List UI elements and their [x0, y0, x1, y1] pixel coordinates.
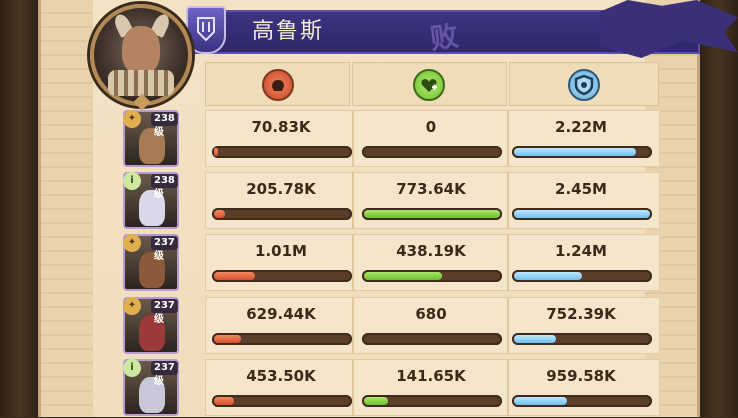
damage-taken-value: 2.45M: [555, 180, 607, 198]
faction-star-icon: ✦: [123, 234, 141, 252]
hero-stat-row: i 238级 205.78K 773.64K 2.45M: [115, 170, 660, 231]
col-header-damage: [205, 62, 350, 106]
col-header-damage-taken: [509, 62, 659, 106]
team-badge-icon: [186, 6, 226, 54]
damage-taken-bar-fill: [514, 397, 568, 405]
hero-stat-row: ✦ 237级 629.44K 680 752.39K: [115, 295, 660, 356]
healing-bar: [362, 208, 502, 220]
healing-heart-icon: [413, 69, 445, 101]
damage-taken-value: 2.22M: [555, 118, 607, 136]
healing-bar-fill: [364, 210, 500, 218]
damage-fist-icon: [262, 69, 294, 101]
damage-taken-bar-fill: [514, 272, 582, 280]
damage-taken-bar: [512, 395, 652, 407]
damage-taken-bar-fill: [514, 210, 650, 218]
damage-bar-fill: [214, 272, 255, 280]
healing-bar: [362, 270, 502, 282]
healing-bar: [362, 395, 502, 407]
hero-stat-row: ✦ 237级 1.01M 438.19K 1.24M: [115, 232, 660, 293]
damage-taken-bar-fill: [514, 335, 557, 343]
damage-value: 205.78K: [246, 180, 316, 198]
damage-bar: [212, 270, 352, 282]
damage-value: 453.50K: [246, 367, 316, 385]
level-tag: 237级: [151, 299, 178, 325]
healing-value: 141.65K: [396, 367, 466, 385]
level-tag: 237级: [151, 361, 178, 387]
level-tag: 237级: [151, 236, 178, 262]
portrait-face: [122, 26, 160, 74]
level-tag: 238级: [151, 174, 178, 200]
damage-bar-fill: [214, 397, 235, 405]
healing-bar: [362, 333, 502, 345]
hero-stat-row: ✦ 238级 70.83K 0 2.22M: [115, 108, 660, 169]
damage-taken-bar: [512, 270, 652, 282]
damage-bar: [212, 208, 352, 220]
damage-taken-shield-icon: [568, 69, 600, 101]
damage-taken-bar: [512, 333, 652, 345]
damage-taken-value: 959.58K: [546, 367, 616, 385]
faction-light-icon: i: [123, 172, 141, 190]
faction-light-icon: i: [123, 359, 141, 377]
damage-bar: [212, 395, 352, 407]
col-header-healing: [352, 62, 507, 106]
damage-taken-bar: [512, 208, 652, 220]
damage-taken-value: 752.39K: [546, 305, 616, 323]
hero-name: 高鲁斯: [252, 19, 325, 44]
panel-border-left: [41, 0, 93, 417]
portrait-collar: [108, 70, 174, 96]
damage-taken-value: 1.24M: [555, 242, 607, 260]
healing-value: 680: [415, 305, 447, 323]
healing-value: 438.19K: [396, 242, 466, 260]
healing-bar-fill: [364, 397, 389, 405]
faction-star-icon: ✦: [123, 297, 141, 315]
damage-value: 70.83K: [251, 118, 311, 136]
damage-bar: [212, 146, 352, 158]
damage-value: 1.01M: [255, 242, 307, 260]
healing-bar: [362, 146, 502, 158]
damage-value: 629.44K: [246, 305, 316, 323]
healing-value: 773.64K: [396, 180, 466, 198]
damage-taken-bar-fill: [514, 148, 637, 156]
damage-bar-fill: [214, 148, 219, 156]
healing-value: 0: [425, 118, 437, 136]
damage-taken-bar: [512, 146, 652, 158]
damage-bar-fill: [214, 335, 242, 343]
hero-stat-row: i 237级 453.50K 141.65K 959.58K: [115, 357, 660, 418]
hero-portrait[interactable]: [90, 4, 192, 106]
faction-star-icon: ✦: [123, 110, 141, 128]
defeat-mark: 败: [428, 19, 461, 56]
damage-bar-fill: [214, 210, 225, 218]
healing-bar-fill: [364, 272, 442, 280]
level-tag: 238级: [151, 112, 178, 138]
damage-bar: [212, 333, 352, 345]
